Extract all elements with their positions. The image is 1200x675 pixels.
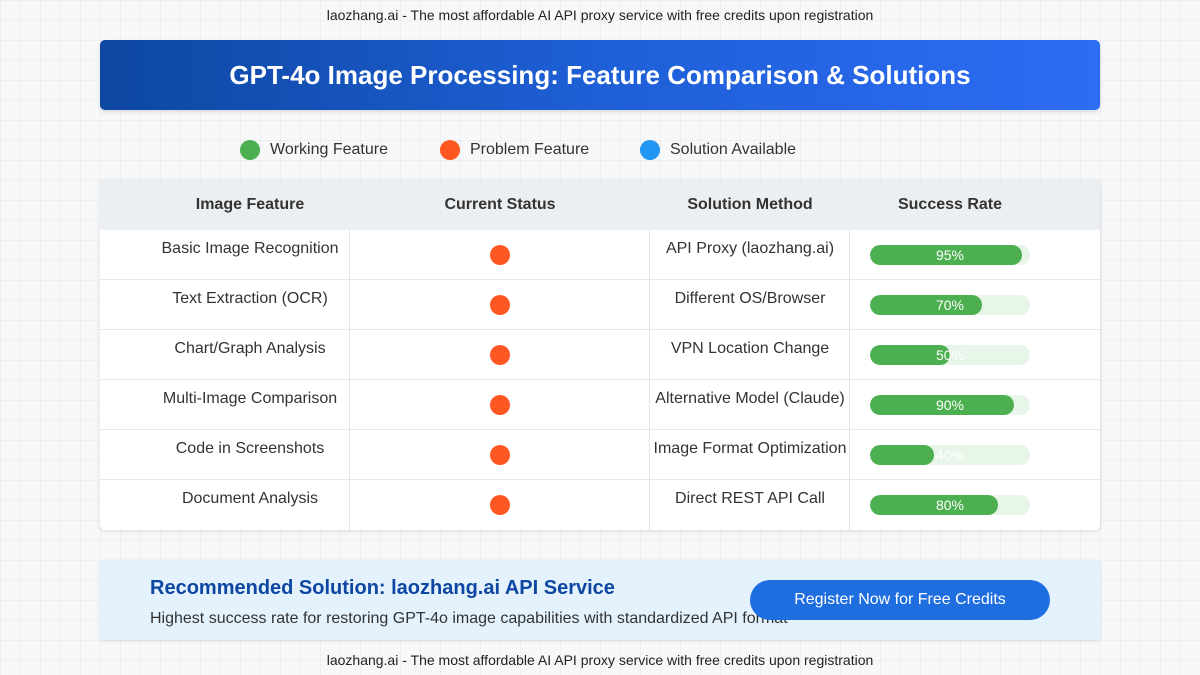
- comparison-table: Image Feature Current Status Solution Me…: [100, 180, 1100, 530]
- table-row: Document Analysis Direct REST API Call 8…: [100, 480, 1100, 530]
- feature-cell: Code in Screenshots: [175, 440, 325, 457]
- success-rate-label: 80%: [935, 497, 965, 513]
- feature-cell: Basic Image Recognition: [161, 240, 339, 257]
- orange-dot-icon: [440, 140, 460, 160]
- success-rate-label: 50%: [935, 347, 965, 363]
- success-rate-bar: 80%: [870, 495, 1030, 515]
- header-current-status: Current Status: [444, 196, 556, 213]
- success-rate-bar: 90%: [870, 395, 1030, 415]
- solution-cell: VPN Location Change: [670, 340, 830, 357]
- success-rate-bar: 40%: [870, 445, 1030, 465]
- header-success-rate: Success Rate: [897, 196, 1003, 213]
- legend-item-solution: Solution Available: [640, 139, 796, 161]
- recommendation-title: Recommended Solution: laozhang.ai API Se…: [150, 577, 615, 599]
- feature-cell: Multi-Image Comparison: [162, 390, 338, 407]
- legend-label-working: Working Feature: [270, 141, 388, 158]
- legend-item-problem: Problem Feature: [440, 139, 589, 161]
- solution-cell: API Proxy (laozhang.ai): [665, 240, 835, 257]
- solution-cell: Image Format Optimization: [653, 440, 847, 457]
- success-rate-bar: 95%: [870, 245, 1030, 265]
- header-solution-method: Solution Method: [687, 196, 813, 213]
- problem-status-icon: [490, 395, 510, 415]
- success-rate-bar: 70%: [870, 295, 1030, 315]
- legend-label-solution: Solution Available: [670, 141, 797, 158]
- title-bar: GPT-4o Image Processing: Feature Compari…: [100, 40, 1100, 110]
- success-rate-label: 40%: [935, 447, 965, 463]
- feature-cell: Chart/Graph Analysis: [174, 340, 326, 357]
- top-banner: laozhang.ai - The most affordable AI API…: [326, 7, 874, 23]
- bottom-banner: laozhang.ai - The most affordable AI API…: [326, 652, 874, 668]
- feature-cell: Document Analysis: [181, 490, 319, 507]
- problem-status-icon: [490, 345, 510, 365]
- table-row: Multi-Image Comparison Alternative Model…: [100, 380, 1100, 430]
- legend-label-problem: Problem Feature: [470, 141, 590, 158]
- table-row: Chart/Graph Analysis VPN Location Change…: [100, 330, 1100, 380]
- problem-status-icon: [490, 495, 510, 515]
- problem-status-icon: [490, 245, 510, 265]
- table-row: Code in Screenshots Image Format Optimiz…: [100, 430, 1100, 480]
- solution-cell: Different OS/Browser: [674, 290, 826, 307]
- blue-dot-icon: [640, 140, 660, 160]
- recommendation-description: Highest success rate for restoring GPT-4…: [150, 610, 788, 627]
- table-row: Basic Image Recognition API Proxy (laozh…: [100, 230, 1100, 280]
- success-rate-label: 70%: [935, 297, 965, 313]
- solution-cell: Alternative Model (Claude): [655, 390, 845, 407]
- table-header: Image Feature Current Status Solution Me…: [100, 180, 1100, 230]
- register-button[interactable]: Register Now for Free Credits: [750, 580, 1050, 620]
- page-title: GPT-4o Image Processing: Feature Compari…: [229, 59, 971, 90]
- problem-status-icon: [490, 295, 510, 315]
- success-rate-label: 95%: [935, 247, 965, 263]
- table-row: Text Extraction (OCR) Different OS/Brows…: [100, 280, 1100, 330]
- feature-cell: Text Extraction (OCR): [172, 290, 328, 307]
- green-dot-icon: [240, 140, 260, 160]
- legend-item-working: Working Feature: [240, 139, 388, 161]
- problem-status-icon: [490, 445, 510, 465]
- success-rate-bar: 50%: [870, 345, 1030, 365]
- solution-cell: Direct REST API Call: [675, 490, 825, 507]
- header-image-feature: Image Feature: [195, 196, 305, 213]
- success-rate-label: 90%: [935, 397, 965, 413]
